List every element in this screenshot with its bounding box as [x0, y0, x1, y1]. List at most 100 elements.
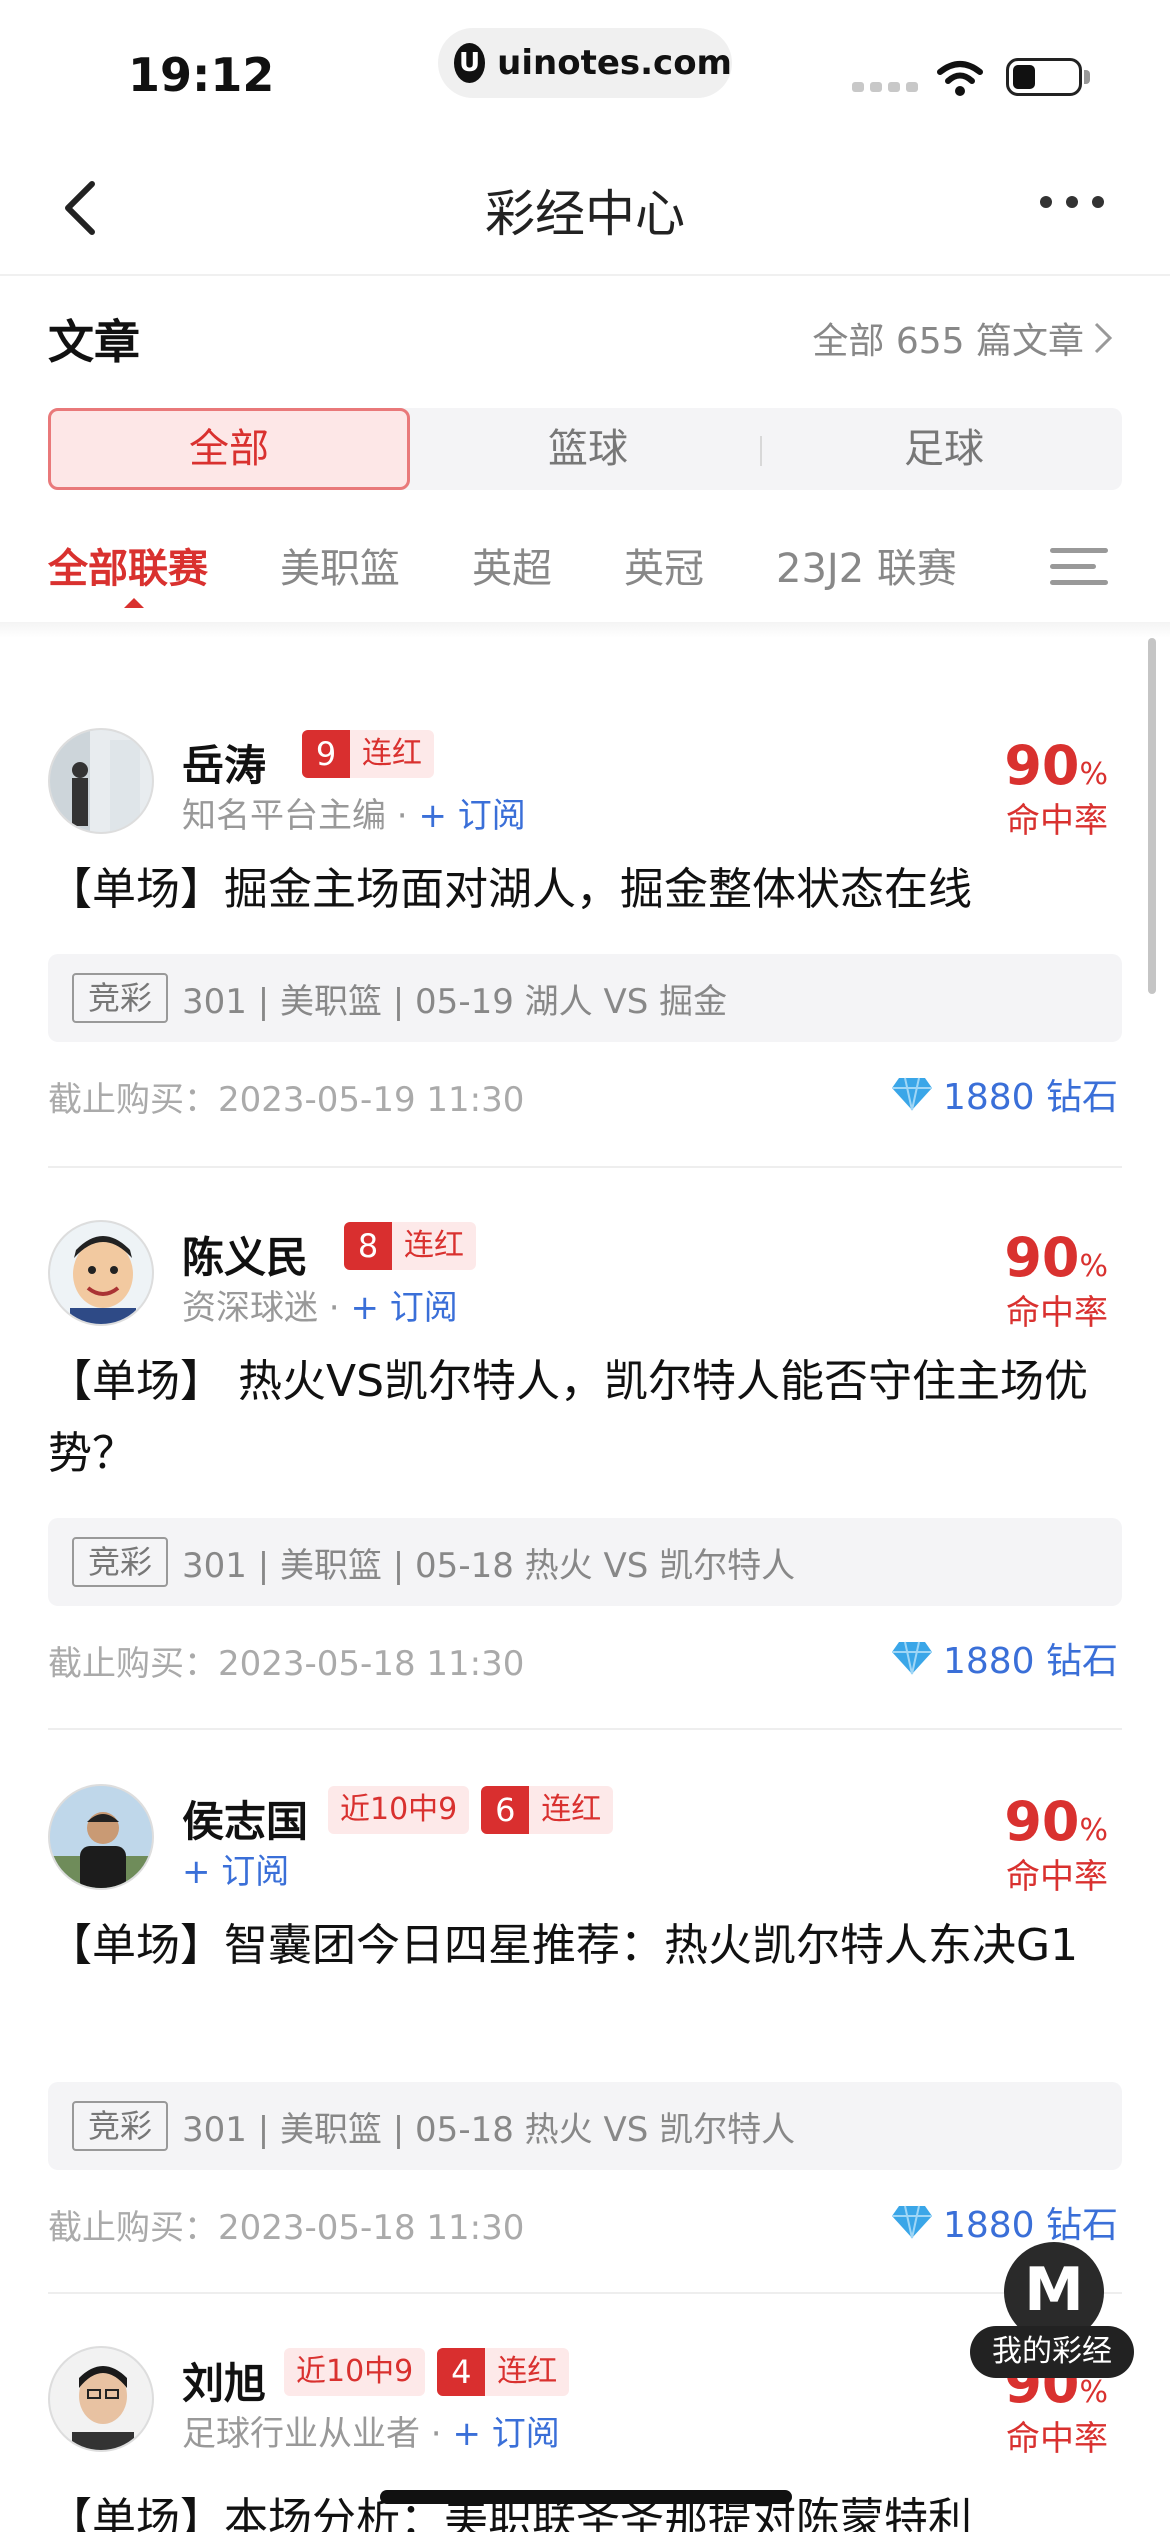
- badge-row: 9 连红: [302, 730, 434, 778]
- author-subtitle: 足球行业从业者 · + 订阅: [182, 2406, 560, 2455]
- match-text: 301 | 美职篮 | 05-18 热火 VS 凯尔特人: [182, 2109, 796, 2150]
- article-title[interactable]: 【单场】智囊团今日四星推荐：热火凯尔特人东决G1: [48, 1910, 1122, 1982]
- menu-icon[interactable]: [1050, 548, 1108, 592]
- avatar[interactable]: [48, 1220, 154, 1326]
- streak-label: 连红: [497, 2354, 558, 2389]
- author-subtitle: 知名平台主编 · + 订阅: [182, 788, 526, 837]
- divider: [48, 1728, 1122, 1730]
- match-text: 301 | 美职篮 | 05-19 湖人 VS 掘金: [182, 981, 728, 1022]
- author-name: 陈义民: [182, 1233, 309, 1282]
- hit-rate-percent: %: [1079, 1249, 1108, 1284]
- streak-count: 6: [481, 1786, 530, 1834]
- diamond-icon: [891, 1641, 932, 1675]
- divider: [48, 1166, 1122, 1168]
- author-role: 资深球迷 ·: [182, 1288, 351, 1328]
- match-info: 竞彩 301 | 美职篮 | 05-18 热火 VS 凯尔特人: [48, 2082, 1122, 2170]
- tab-all-leagues[interactable]: 全部联赛: [48, 536, 208, 608]
- streak-label: 连红: [541, 1792, 602, 1827]
- more-icon[interactable]: [1040, 196, 1110, 216]
- article-card[interactable]: 岳涛 9 连红 知名平台主编 · + 订阅 90% 命中率 【单场】掘金主场面对…: [48, 728, 1122, 1168]
- hit-rate-label: 命中率: [1006, 1857, 1108, 1897]
- hit-rate-label: 命中率: [1006, 2419, 1108, 2459]
- league-tabs: 全部联赛 美职篮 英超 英冠 23J2 联赛: [48, 536, 1029, 608]
- badge-row: 8 连红: [344, 1222, 476, 1270]
- article-title[interactable]: 【单场】 热火VS凯尔特人，凯尔特人能否守住主场优势？: [48, 1346, 1122, 1490]
- segment-football[interactable]: 足球: [766, 408, 1122, 490]
- status-time: 19:12: [128, 48, 275, 102]
- avatar[interactable]: [48, 2346, 154, 2452]
- badge-row: 近10中9 6 连红: [328, 1786, 614, 1834]
- hit-rate: 90% 命中率: [1004, 1790, 1108, 1898]
- badge-row: 近10中9 4 连红: [284, 2348, 570, 2396]
- article-title[interactable]: 【单场】掘金主场面对湖人，掘金整体状态在线: [48, 854, 1122, 926]
- hit-rate-label: 命中率: [1006, 801, 1108, 841]
- diamond-icon: [891, 2205, 932, 2239]
- match-info: 竞彩 301 | 美职篮 | 05-18 热火 VS 凯尔特人: [48, 1518, 1122, 1606]
- scrollbar[interactable]: [1148, 638, 1156, 994]
- subscribe-link[interactable]: + 订阅: [418, 796, 525, 836]
- my-lottery-fab[interactable]: M 我的彩经: [970, 2242, 1150, 2382]
- chevron-right-icon: [1094, 322, 1113, 354]
- author-role: 知名平台主编 ·: [182, 796, 419, 836]
- article-card[interactable]: 陈义民 8 连红 资深球迷 · + 订阅 90% 命中率 【单场】 热火VS凯尔…: [48, 1220, 1122, 1730]
- streak-badge: 8 连红: [344, 1222, 476, 1270]
- match-text: 301 | 美职篮 | 05-18 热火 VS 凯尔特人: [182, 1545, 796, 1586]
- page-title: 彩经中心: [485, 185, 685, 243]
- hit-rate: 90% 命中率: [1004, 734, 1108, 842]
- hit-rate-label: 命中率: [1006, 1293, 1108, 1333]
- hit-rate-value: 90: [1004, 1790, 1080, 1853]
- hit-rate-percent: %: [1079, 1813, 1108, 1848]
- signal-icon: [852, 82, 918, 92]
- streak-count: 9: [302, 730, 350, 778]
- streak-label: 连红: [362, 736, 422, 771]
- subscribe-link[interactable]: + 订阅: [452, 2414, 559, 2454]
- all-articles-label: 全部 655 篇文章: [812, 321, 1084, 362]
- price[interactable]: 1880 钻石: [891, 2196, 1118, 2248]
- hit-rate-value: 90: [1004, 1226, 1080, 1289]
- hit-rate-percent: %: [1079, 757, 1108, 792]
- article-card[interactable]: 刘旭 近10中9 4 连红 足球行业从业者 · + 订阅 90% 命中率 【单场…: [48, 2346, 1122, 2532]
- purchase-deadline: 截止购买：2023-05-18 11:30: [48, 2208, 525, 2248]
- home-indicator[interactable]: [380, 2490, 792, 2504]
- battery-tip: [1084, 70, 1090, 84]
- author-subtitle: 资深球迷 · + 订阅: [182, 1280, 458, 1329]
- article-card[interactable]: 侯志国 近10中9 6 连红 + 订阅 90% 命中率 【单场】智囊团今日四星推…: [48, 1784, 1122, 2294]
- hit-rate-value: 90: [1004, 734, 1080, 797]
- segment-basketball[interactable]: 篮球: [410, 408, 766, 490]
- wifi-icon: [937, 61, 983, 96]
- all-articles-link[interactable]: 全部 655 篇文章: [812, 312, 1114, 364]
- tab-j2-league[interactable]: 23J2 联赛: [776, 536, 957, 606]
- purchase-deadline: 截止购买：2023-05-18 11:30: [48, 1644, 525, 1684]
- streak-badge: 4 连红: [437, 2348, 570, 2396]
- lottery-tag: 竞彩: [72, 2101, 169, 2151]
- tab-championship[interactable]: 英冠: [624, 536, 704, 606]
- subscribe-link[interactable]: + 订阅: [182, 1852, 289, 1892]
- purchase-deadline: 截止购买：2023-05-19 11:30: [48, 1080, 525, 1120]
- streak-count: 8: [344, 1222, 392, 1270]
- author-subtitle: + 订阅: [182, 1844, 289, 1893]
- price[interactable]: 1880 钻石: [891, 1632, 1118, 1684]
- lottery-tag: 竞彩: [72, 1537, 169, 1587]
- diamond-icon: [891, 1077, 932, 1111]
- hit-rate: 90% 命中率: [1004, 1226, 1108, 1334]
- subscribe-link[interactable]: + 订阅: [350, 1288, 457, 1328]
- section-title: 文章: [48, 315, 140, 369]
- url-pill[interactable]: U uinotes.com: [438, 28, 732, 98]
- fab-label: 我的彩经: [970, 2326, 1134, 2378]
- section-band: [0, 622, 1170, 638]
- avatar[interactable]: [48, 1784, 154, 1890]
- author-name: 刘旭: [182, 2359, 267, 2408]
- tab-premier-league[interactable]: 英超: [472, 536, 552, 606]
- hit-record-badge: 近10中9: [328, 1786, 470, 1834]
- price[interactable]: 1880 钻石: [891, 1068, 1118, 1120]
- tab-nba[interactable]: 美职篮: [280, 536, 400, 606]
- streak-badge: 6 连红: [481, 1786, 614, 1834]
- price-label: 1880 钻石: [942, 1641, 1118, 1682]
- status-bar: 19:12 U uinotes.com: [0, 0, 1170, 140]
- segment-all[interactable]: 全部: [48, 408, 410, 490]
- segment-divider: [760, 436, 762, 466]
- navbar: 彩经中心: [0, 140, 1170, 276]
- avatar[interactable]: [48, 728, 154, 834]
- sport-segment: 全部 篮球 足球: [48, 408, 1122, 490]
- site-logo-icon: U: [454, 43, 486, 83]
